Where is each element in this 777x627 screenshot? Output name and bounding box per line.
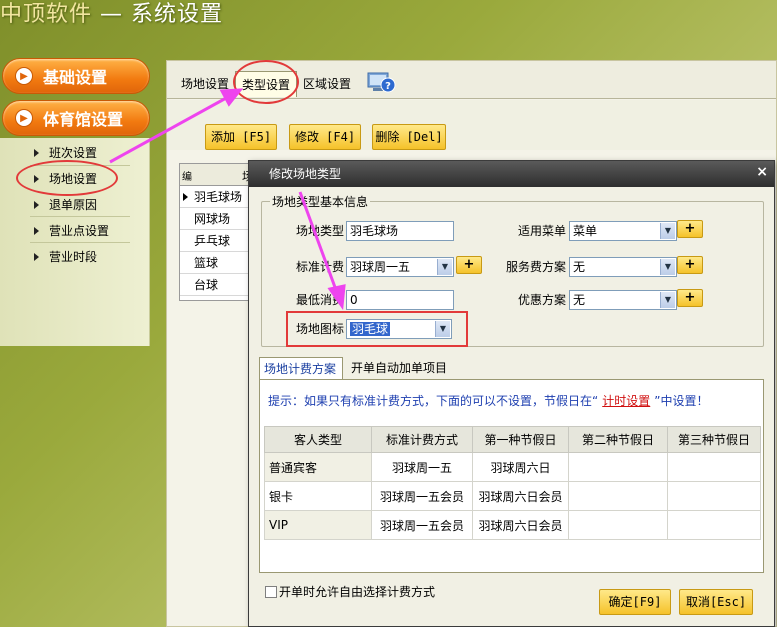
annotation-arrows [109, 88, 346, 311]
arrow-line [298, 191, 338, 291]
arrow-head [327, 284, 346, 311]
arrow-head [219, 88, 244, 107]
arrow-line [109, 95, 229, 164]
